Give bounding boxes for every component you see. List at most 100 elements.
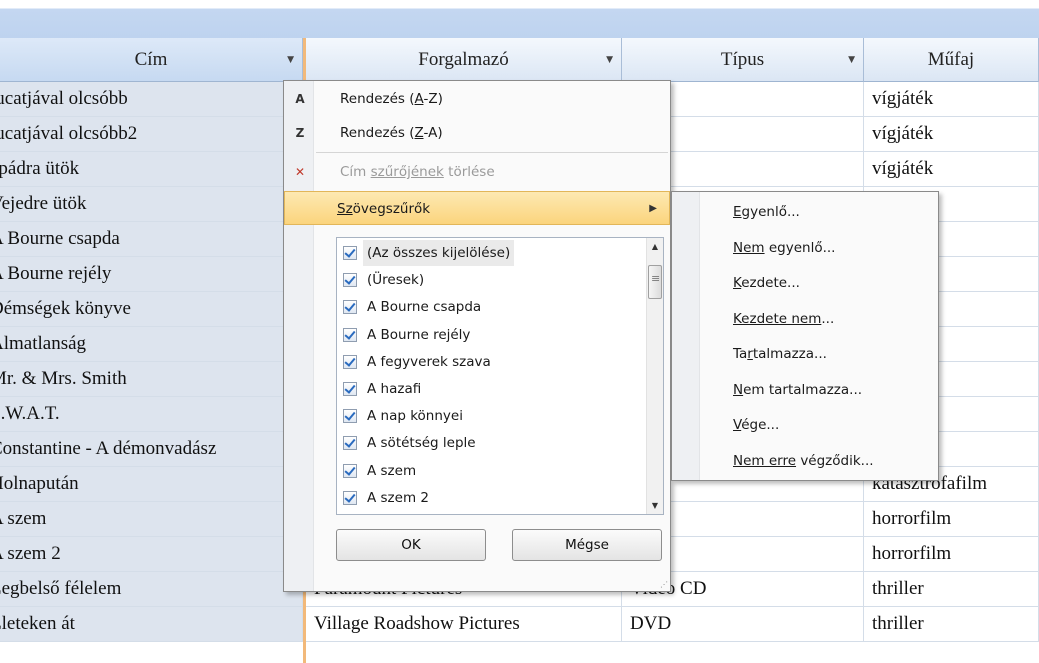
cell-text: vígjáték	[872, 158, 934, 179]
column-header-cim[interactable]: Cím ▼	[0, 38, 303, 82]
cell-text: tucatjával olcsóbb	[0, 88, 128, 109]
table-cell[interactable]: A szem	[0, 502, 303, 537]
column-header-label: Cím	[134, 49, 168, 70]
sort-ascending-item[interactable]: A Rendezés (A-Z)	[284, 82, 670, 116]
checkbox[interactable]	[343, 354, 357, 369]
resize-grip-icon[interactable]: ⋰	[660, 580, 668, 589]
clear-filter-key: szűrőjének	[370, 164, 444, 180]
column-header-mufaj[interactable]: Műfaj	[864, 38, 1039, 82]
checkbox[interactable]	[343, 409, 357, 424]
table-cell[interactable]: Constantine - A démonvadász	[0, 432, 303, 467]
clear-filter-label: Cím	[340, 164, 371, 180]
filter-value-list[interactable]: (Az összes kijelölése) (Üresek) A Bourne c…	[336, 237, 664, 515]
table-cell[interactable]: horrorfilm	[864, 502, 1039, 537]
text-filter-option[interactable]: Tartalmazza...	[733, 339, 827, 369]
table-cell[interactable]: thriller	[864, 572, 1039, 607]
cell-text: Démségek könyve	[0, 298, 131, 319]
list-scrollbar[interactable]: ▲ ▼	[646, 238, 663, 514]
text-filters-key: Sz	[337, 201, 353, 217]
text-filter-option-label: egyenlő...	[764, 239, 836, 256]
column-header-tipus[interactable]: Típus ▼	[622, 38, 864, 82]
table-cell[interactable]: A szem 2	[0, 537, 303, 572]
table-cell[interactable]: vígjáték	[864, 82, 1039, 117]
column-header-label: Típus	[720, 49, 765, 70]
filter-list-item-label: A Bourne rejély	[367, 326, 471, 343]
filter-list-item-label: A hazafi	[367, 381, 422, 397]
checkbox[interactable]	[343, 246, 357, 260]
table-cell[interactable]: apádra ütök	[0, 152, 303, 187]
text-filter-option-label: ...	[821, 310, 835, 327]
text-filter-option[interactable]: Kezdete nem...	[733, 304, 834, 334]
table-cell[interactable]: Village Roadshow Pictures	[306, 607, 622, 642]
text-filter-option-label: K	[733, 275, 742, 291]
table-cell[interactable]: vígjáték	[864, 117, 1039, 152]
column-header-forgalmazo[interactable]: Forgalmazó ▼	[306, 38, 622, 82]
dropdown-arrow-icon[interactable]: ▼	[287, 38, 294, 82]
ribbon-strip	[0, 0, 1039, 38]
cell-text: A szem 2	[0, 543, 61, 564]
text-filters-item[interactable]: Szövegszűrők ▶	[284, 191, 670, 225]
table-cell[interactable]: tucatjával olcsóbb2	[0, 117, 303, 152]
table-row[interactable]: Életeken át Village Roadshow Pictures DVD t…	[0, 607, 1039, 642]
text-filter-option-label: végződik...	[796, 452, 874, 469]
sort-az-label-end: -Z)	[423, 91, 443, 107]
checkbox[interactable]	[343, 327, 357, 342]
checkbox[interactable]	[343, 436, 357, 451]
checkbox[interactable]	[343, 463, 357, 478]
cell-text: Legbelső félelem	[0, 578, 122, 599]
filter-list-item-label: A sötétség leple	[367, 435, 476, 452]
checkbox[interactable]	[343, 273, 357, 288]
column-filter-menu: A Rendezés (A-Z) Z Rendezés (Z-A) ✕ Cím …	[283, 80, 671, 592]
submenu-icon-strip	[672, 192, 700, 480]
sort-az-label: Rendezés (	[340, 91, 415, 107]
text-filters-label: övegszűrők	[352, 201, 431, 217]
cell-text: DVD	[630, 613, 672, 634]
sort-descending-item[interactable]: Z Rendezés (Z-A)	[284, 116, 670, 150]
table-cell[interactable]: S.W.A.T.	[0, 397, 303, 432]
table-cell[interactable]: A Bourne csapda	[0, 222, 303, 257]
table-cell[interactable]: Holnapután	[0, 467, 303, 502]
text-filter-option[interactable]: Vége...	[733, 410, 779, 440]
table-cell[interactable]: DVD	[622, 607, 864, 642]
dropdown-arrow-icon[interactable]: ▼	[848, 38, 855, 82]
table-cell[interactable]: Életeken át	[0, 607, 303, 642]
scroll-down-icon[interactable]: ▼	[647, 497, 663, 514]
text-filter-option[interactable]: Nem erre végződik...	[733, 446, 874, 476]
text-filter-option[interactable]: Nem egyenlő...	[733, 233, 835, 263]
table-cell[interactable]: Démségek könyve	[0, 292, 303, 327]
text-filter-option[interactable]: Nem tartalmazza...	[733, 375, 862, 405]
clear-filter-label-end: törlése	[443, 164, 495, 180]
filter-list-item-label: A fegyverek szava	[367, 353, 491, 370]
table-cell[interactable]: tucatjával olcsóbb	[0, 82, 303, 117]
checkbox[interactable]	[343, 490, 357, 505]
scroll-up-icon[interactable]: ▲	[647, 238, 663, 255]
text-filter-option[interactable]: Egyenlő...	[733, 197, 800, 227]
checkbox[interactable]	[343, 300, 357, 315]
text-filter-option-label: Nem erre	[733, 452, 797, 469]
table-cell[interactable]: Vejedre ütök	[0, 187, 303, 222]
table-cell[interactable]: thriller	[864, 607, 1039, 642]
filter-list-item-label: (Az összes kijelölése)	[363, 240, 515, 266]
cell-text: Álmatlanság	[0, 333, 87, 354]
cell-text: A szem	[0, 508, 47, 529]
cancel-button[interactable]: Mégse	[512, 529, 662, 561]
scroll-thumb[interactable]	[648, 265, 662, 299]
text-filter-option[interactable]: Kezdete...	[733, 268, 800, 298]
table-cell[interactable]: Álmatlanság	[0, 327, 303, 362]
text-filter-option-label: em tartalmazza...	[743, 381, 863, 398]
filter-list-item-label: A Bourne csapda	[367, 299, 482, 316]
sort-za-key: Z	[414, 125, 424, 141]
checkbox[interactable]	[343, 382, 357, 396]
ok-button[interactable]: OK	[336, 529, 486, 561]
sort-az-icon: A	[295, 92, 305, 106]
table-cell[interactable]: A Bourne rejély	[0, 257, 303, 292]
menu-separator	[316, 152, 668, 153]
cell-text: Életeken át	[0, 613, 75, 634]
table-cell[interactable]: vígjáték	[864, 152, 1039, 187]
table-cell[interactable]: horrorfilm	[864, 537, 1039, 572]
dropdown-arrow-icon[interactable]: ▼	[606, 38, 613, 82]
sort-za-label: Rendezés (	[340, 125, 415, 141]
table-cell[interactable]: Legbelső félelem	[0, 572, 303, 607]
table-cell[interactable]: Mr. & Mrs. Smith	[0, 362, 303, 397]
cell-text: tucatjával olcsóbb2	[0, 123, 138, 144]
